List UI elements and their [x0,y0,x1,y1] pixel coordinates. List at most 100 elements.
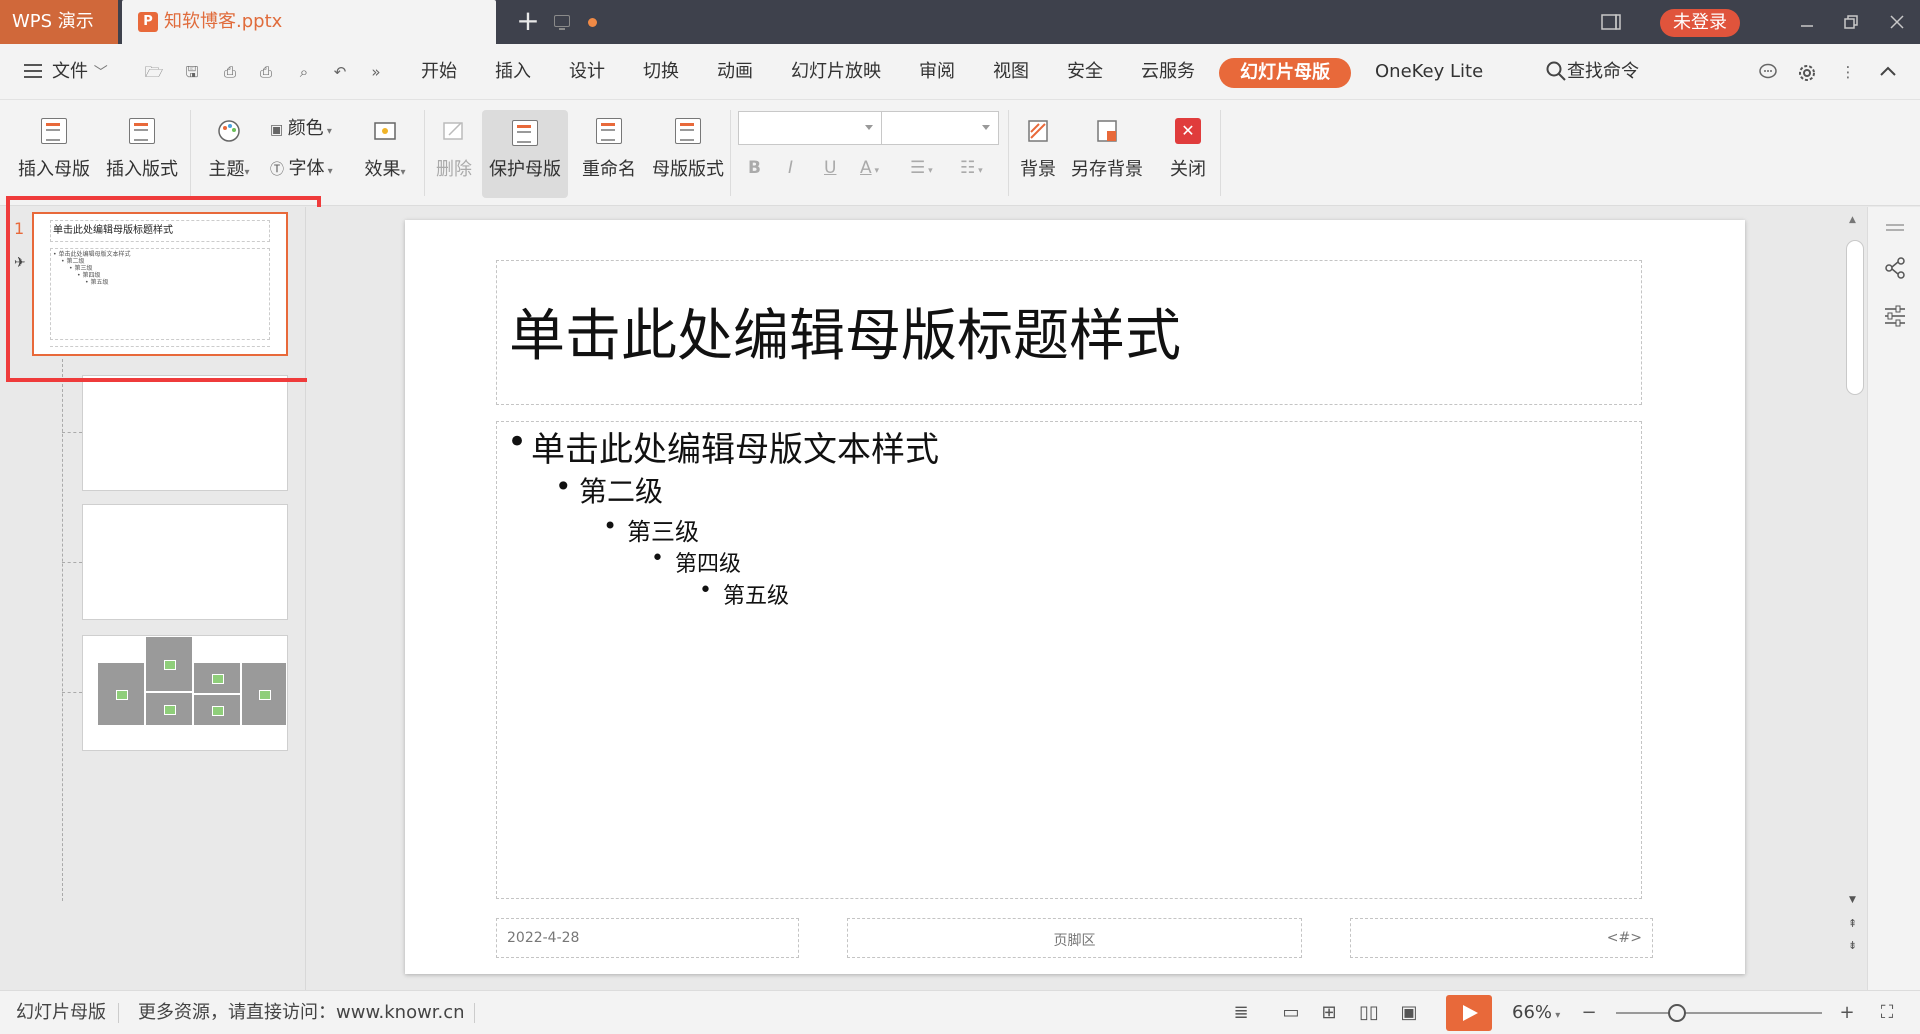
tab-transition[interactable]: 切换 [643,44,679,100]
share-icon[interactable] [1882,255,1908,281]
tab-design[interactable]: 设计 [569,44,605,100]
restore-icon[interactable] [1840,11,1862,33]
scrollbar-thumb[interactable] [1846,240,1864,395]
login-button[interactable]: 未登录 [1660,9,1740,37]
tab-security[interactable]: 安全 [1067,44,1103,100]
layout-thumbnail-2[interactable] [82,504,288,620]
tab-insert[interactable]: 插入 [495,44,531,100]
collapse-ribbon-icon[interactable] [1878,62,1898,82]
font-color-button[interactable]: A ▾ [860,154,879,182]
italic-button[interactable]: I [788,154,793,182]
open-folder-icon[interactable]: 🗁 [144,62,164,82]
next-slide-icon[interactable]: ⇟ [1848,939,1857,952]
title-placeholder[interactable]: 单击此处编辑母版标题样式 [496,260,1642,405]
minimize-icon[interactable] [1796,11,1818,33]
level-4-text: 第四级 [651,546,741,578]
document-tab[interactable]: P 知软博客.pptx [122,0,597,44]
ribbon-divider [1008,110,1009,196]
more-options-icon[interactable]: ⋮ [1838,62,1858,82]
zoom-out-icon[interactable]: − [1578,1003,1600,1023]
hamburger-menu-icon[interactable] [24,64,42,78]
insert-master-button[interactable]: 插入母版 [12,100,96,206]
scroll-down-icon[interactable]: ▼ [1849,895,1856,905]
layout-thumbnail-3[interactable] [82,635,288,751]
date-placeholder[interactable]: 2022-4-28 [496,918,799,958]
rename-button[interactable]: 重命名 [574,100,644,206]
protect-master-icon [512,120,538,146]
insert-layout-icon [129,118,155,144]
previous-slide-icon[interactable]: ⇞ [1848,917,1857,930]
effects-button[interactable]: 效果▾ [354,100,416,206]
sidebar-handle-icon[interactable] [1882,215,1908,241]
undo-icon[interactable]: ↶ [330,62,350,82]
status-bar: 幻灯片母版 更多资源，请直接访问：www.knowr.cn ≣ ▭ ⊞ ▯▯ ▣… [0,990,1920,1034]
save-icon[interactable]: 🖫 [182,62,202,82]
app-name: WPS 演示 [12,11,94,32]
slide-sorter-icon[interactable]: ⊞ [1318,1003,1340,1023]
save-background-button[interactable]: 另存背景 [1068,100,1146,206]
sliders-icon[interactable] [1882,303,1908,329]
search-command[interactable]: 查找命令 [1545,44,1639,100]
gear-icon[interactable] [1796,62,1816,82]
more-icon[interactable]: » [366,62,386,82]
fonts-dropdown[interactable]: Ⓣ 字体 ▾ [270,154,333,184]
delete-icon [441,118,467,144]
tab-slideshow[interactable]: 幻灯片放映 [791,44,881,100]
notes-icon[interactable]: ≣ [1230,1003,1252,1023]
search-icon [1546,61,1566,81]
tab-animation[interactable]: 动画 [717,44,753,100]
ribbon-divider [424,110,425,196]
zoom-level[interactable]: 66% ▾ [1512,991,1560,1034]
app-tab[interactable]: WPS 演示 [0,0,118,44]
layout-thumbnail-1[interactable] [82,375,288,491]
tab-onekey-lite[interactable]: OneKey Lite [1375,44,1483,100]
title-text: 单击此处编辑母版标题样式 [509,304,1181,369]
footer-number: <#> [1606,930,1642,946]
tab-cloud[interactable]: 云服务 [1141,44,1195,100]
reading-view-icon[interactable]: ▯▯ [1358,1003,1380,1023]
master-layout-button[interactable]: 母版版式 [646,100,730,206]
monitor-icon[interactable] [554,15,570,30]
zoom-in-icon[interactable]: + [1836,1003,1858,1023]
theme-button[interactable]: 主题▾ [198,100,260,206]
level-2-text: 第二级 [555,470,663,510]
new-tab-button[interactable]: + [512,6,544,38]
tab-view[interactable]: 视图 [993,44,1029,100]
close-window-icon[interactable] [1886,11,1908,33]
tab-review[interactable]: 审阅 [919,44,955,100]
background-button[interactable]: 背景 [1014,100,1062,206]
protect-master-button[interactable]: 保护母版 [482,110,568,198]
underline-button[interactable]: U [824,154,836,182]
rename-icon [596,118,622,144]
font-size-combo[interactable] [881,111,999,145]
delete-button[interactable]: 删除 [432,100,476,206]
close-master-button[interactable]: ✕ 关闭 [1160,100,1216,206]
scroll-up-icon[interactable]: ▲ [1849,215,1856,225]
font-name-combo[interactable] [738,111,882,145]
bold-button[interactable]: B [748,154,761,182]
play-slideshow-button[interactable] [1446,995,1492,1031]
insert-layout-button[interactable]: 插入版式 [100,100,184,206]
normal-view-icon[interactable]: ▭ [1280,1003,1302,1023]
presenter-view-icon[interactable]: ▣ [1398,1003,1420,1023]
promo-text[interactable]: 更多资源，请直接访问：www.knowr.cn [138,991,465,1034]
colors-dropdown[interactable]: ▣ 颜色 ▾ [270,114,332,144]
print-preview-icon[interactable]: ⌕ [294,62,314,82]
fit-window-icon[interactable]: ⛶ [1876,1003,1898,1023]
master-slide[interactable]: 单击此处编辑母版标题样式 单击此处编辑母版文本样式 第二级 第三级 第四级 第五… [405,220,1745,974]
effects-icon [372,118,398,144]
tab-start[interactable]: 开始 [421,44,457,100]
file-menu[interactable]: 文件 ﹀ [52,44,108,100]
export-pdf-icon[interactable]: ⎙ [220,62,240,82]
tab-slide-master[interactable]: 幻灯片母版 [1219,58,1351,88]
body-placeholder[interactable]: 单击此处编辑母版文本样式 第二级 第三级 第四级 第五级 [496,421,1642,899]
reading-mode-icon[interactable] [1600,11,1622,33]
zoom-slider-track[interactable] [1616,1012,1822,1014]
bullet-list-icon[interactable]: ☰ ▾ [910,154,933,182]
footer-placeholder[interactable]: 页脚区 [847,918,1302,958]
zoom-slider-knob[interactable] [1668,1004,1686,1022]
comment-icon[interactable] [1758,62,1778,82]
numbered-list-icon[interactable]: ☷ ▾ [960,154,983,182]
slide-number-placeholder[interactable]: <#> [1350,918,1653,958]
print-icon[interactable]: ⎙ [256,62,276,82]
